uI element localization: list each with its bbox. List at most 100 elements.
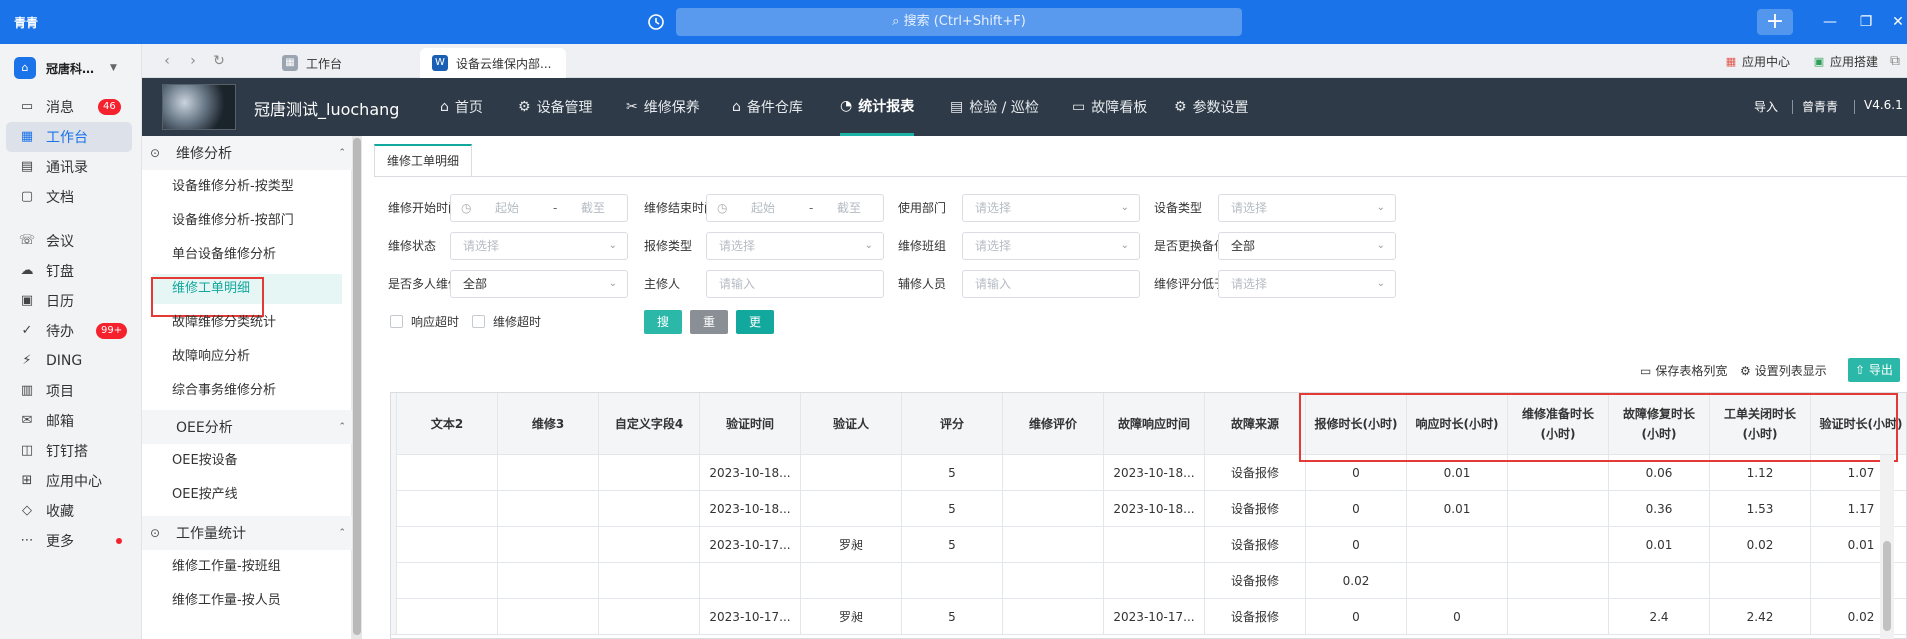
- save-column-width-button[interactable]: ▭ 保存表格列宽: [1640, 362, 1727, 379]
- menu-item-analysis-by-dept[interactable]: 设备维修分析-按部门: [152, 206, 342, 236]
- reset-button[interactable]: 重置: [690, 310, 728, 353]
- ding-icon: ⚡: [22, 353, 32, 368]
- menu-item-workload-person[interactable]: 维修工作量-按人员: [152, 586, 342, 616]
- assistant-input[interactable]: 请输入: [962, 270, 1140, 298]
- multi-repair-select[interactable]: 全部 ⌄: [450, 270, 628, 298]
- column-header[interactable]: 自定义字段4: [599, 393, 700, 455]
- column-header[interactable]: 维修评价: [1003, 393, 1104, 455]
- table-scrollbar-thumb[interactable]: [1883, 541, 1891, 631]
- sidebar-item-favorites[interactable]: ◇ 收藏: [6, 496, 132, 526]
- table-cell: 5: [902, 599, 1003, 635]
- menu-spare-warehouse[interactable]: ⌂ 备件仓库: [732, 78, 803, 136]
- restore-button[interactable]: ❐: [1856, 12, 1876, 32]
- history-icon[interactable]: [646, 12, 666, 32]
- org-switcher[interactable]: ⌂ 冠唐科… ▼: [14, 54, 134, 82]
- sidebar-item-contacts[interactable]: ▤ 通讯录: [6, 152, 132, 182]
- menu-home[interactable]: ⌂ 首页: [440, 78, 483, 136]
- sidebar-item-label: 项目: [46, 384, 74, 400]
- tab-workbench[interactable]: ▦ 工作台: [270, 48, 400, 78]
- menu-scrollbar[interactable]: [352, 136, 362, 639]
- menu-item-fault-response[interactable]: 故障响应分析: [152, 342, 342, 372]
- chevron-down-icon: ⌄: [608, 240, 617, 251]
- menu-label: 维修保养: [643, 100, 700, 116]
- group-workload[interactable]: ⊙ 工作量统计 ⌃: [142, 516, 352, 550]
- dept-select[interactable]: 请选择 ⌄: [962, 194, 1140, 222]
- response-timeout-checkbox[interactable]: 响应超时: [390, 312, 459, 330]
- sidebar-item-project[interactable]: ▥ 项目: [6, 376, 132, 406]
- column-settings-button[interactable]: ⚙ 设置列表显示: [1740, 362, 1827, 379]
- column-header[interactable]: 验证时间: [700, 393, 801, 455]
- group-oee-analysis[interactable]: OEE分析 ⌃: [142, 410, 352, 444]
- table-cell: [1508, 527, 1609, 563]
- menu-item-fault-category[interactable]: 故障维修分类统计: [152, 308, 342, 338]
- new-plus-button[interactable]: +: [1757, 9, 1793, 35]
- group-repair-analysis[interactable]: ⊙ 维修分析 ⌃: [142, 136, 352, 170]
- search-button[interactable]: 搜索: [644, 310, 682, 353]
- tab-work-order-detail[interactable]: 维修工单明细: [374, 144, 473, 176]
- column-header[interactable]: 验证人: [801, 393, 902, 455]
- device-type-select[interactable]: 请选择 ⌄: [1218, 194, 1396, 222]
- forward-arrow-icon[interactable]: ›: [184, 52, 202, 70]
- menu-device-management[interactable]: ⚙ 设备管理: [518, 78, 593, 136]
- report-type-label: 报修类型: [644, 239, 693, 253]
- menu-item-analysis-by-type[interactable]: 设备维修分析-按类型: [152, 172, 342, 202]
- main-repairer-input[interactable]: 请输入: [706, 270, 884, 298]
- column-header[interactable]: 评分: [902, 393, 1003, 455]
- sidebar-item-ding[interactable]: ⚡ DING: [6, 346, 132, 376]
- menu-item-comprehensive[interactable]: 综合事务维修分析: [152, 376, 342, 406]
- menu-statistics[interactable]: ◔ 统计报表: [840, 78, 915, 136]
- column-header[interactable]: 故障响应时间: [1104, 393, 1205, 455]
- table-cell: [397, 527, 498, 563]
- table-scrollbar[interactable]: [1880, 455, 1894, 639]
- repair-end-range[interactable]: ◷ 起始 - 截至: [706, 194, 884, 222]
- sidebar-item-calendar[interactable]: ▣ 日历: [6, 286, 132, 316]
- back-arrow-icon[interactable]: ‹: [158, 52, 176, 70]
- report-type-select[interactable]: 请选择 ⌄: [706, 232, 884, 260]
- close-button[interactable]: ✕: [1890, 12, 1906, 32]
- tab-device-cloud[interactable]: W 设备云维保内部...: [420, 48, 566, 78]
- repair-start-range[interactable]: ◷ 起始 - 截至: [450, 194, 628, 222]
- app-name: 青青: [14, 16, 39, 30]
- menu-inspection[interactable]: ▤ 检验 / 巡检: [950, 78, 1039, 136]
- repair-timeout-checkbox[interactable]: 维修超时: [472, 312, 541, 330]
- status-select[interactable]: 请选择 ⌄: [450, 232, 628, 260]
- inspection-icon: ▤: [950, 99, 964, 115]
- spare-select[interactable]: 全部 ⌄: [1218, 232, 1396, 260]
- score-below-select[interactable]: 请选择 ⌄: [1218, 270, 1396, 298]
- sidebar-item-app-center[interactable]: ⊞ 应用中心: [6, 466, 132, 496]
- app-builder-link[interactable]: ▣ 应用搭建: [1812, 53, 1878, 70]
- clock-icon: ◷: [717, 201, 728, 215]
- sidebar-item-cloud-disk[interactable]: ☁ 钉盘: [6, 256, 132, 286]
- popout-icon[interactable]: ⧉: [1886, 52, 1904, 70]
- menu-fault-board[interactable]: ▭ 故障看板: [1072, 78, 1147, 136]
- menu-item-single-device[interactable]: 单台设备维修分析: [152, 240, 342, 270]
- refresh-icon[interactable]: ↻: [210, 52, 228, 70]
- sidebar-item-meeting[interactable]: ☏ 会议: [6, 226, 132, 256]
- sidebar-item-mail[interactable]: ✉ 邮箱: [6, 406, 132, 436]
- row-stub-column: [391, 393, 397, 635]
- gear-icon: ⚙: [1740, 363, 1751, 378]
- sidebar-item-docs[interactable]: ▢ 文档: [6, 182, 132, 212]
- menu-item-workload-team[interactable]: 维修工作量-按班组: [152, 552, 342, 582]
- user-name[interactable]: 曾青青: [1802, 98, 1838, 115]
- column-header[interactable]: 故障来源: [1205, 393, 1306, 455]
- app-center-link[interactable]: ▦ 应用中心: [1724, 53, 1790, 70]
- menu-item-oee-device[interactable]: OEE按设备: [152, 446, 342, 476]
- sidebar-item-more[interactable]: ⋯ 更多: [6, 526, 132, 556]
- export-button[interactable]: ⇧ 导出: [1848, 358, 1900, 382]
- sidebar-item-builder[interactable]: ◫ 钉钉搭: [6, 436, 132, 466]
- global-search-input[interactable]: ⌕ 搜索 (Ctrl+Shift+F): [676, 8, 1242, 36]
- minimize-button[interactable]: —: [1820, 12, 1840, 32]
- sidebar-item-workbench[interactable]: ▦ 工作台: [6, 122, 132, 152]
- select-placeholder: 请选择: [719, 239, 756, 253]
- team-select[interactable]: 请选择 ⌄: [962, 232, 1140, 260]
- import-button[interactable]: 导入: [1754, 98, 1778, 115]
- select-placeholder: 请选择: [975, 239, 1012, 253]
- menu-maintenance[interactable]: ✂ 维修保养: [626, 78, 700, 136]
- more-button[interactable]: 更多: [736, 310, 774, 353]
- column-header[interactable]: 文本2: [397, 393, 498, 455]
- menu-parameters[interactable]: ⚙ 参数设置: [1174, 78, 1249, 136]
- column-header[interactable]: 维修3: [498, 393, 599, 455]
- menu-item-oee-line[interactable]: OEE按产线: [152, 480, 342, 510]
- menu-scrollbar-thumb[interactable]: [353, 138, 361, 635]
